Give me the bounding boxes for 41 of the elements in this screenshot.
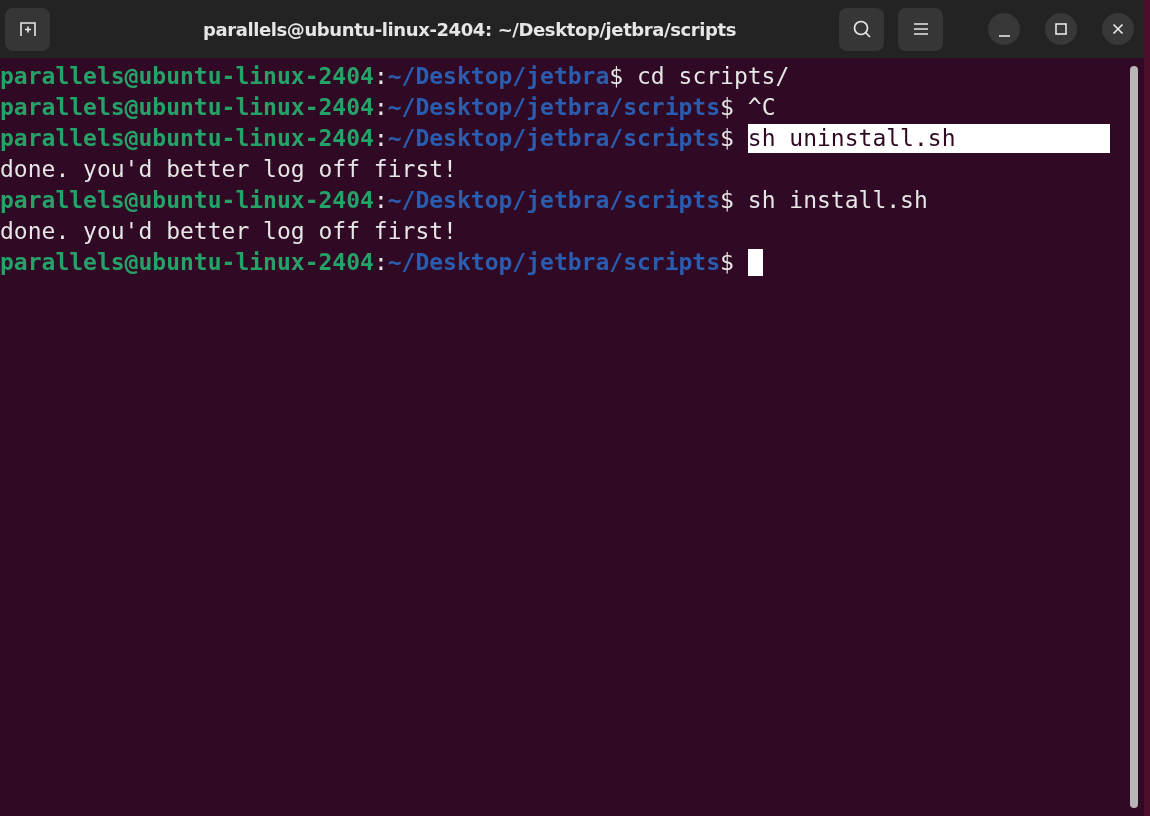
prompt-path: ~/Desktop/jetbra/scripts [387,124,721,153]
window-title: parallels@ubuntu-linux-2404: ~/Desktop/jetbra/scripts [201,18,738,40]
search-icon [851,19,872,39]
prompt-colon: : [373,124,388,153]
prompt-path: ~/Desktop/jetbra/scripts [387,93,721,122]
new-tab-button[interactable] [5,7,50,51]
command-text: sh install.sh [747,186,928,215]
prompt-user: parallels@ubuntu-linux-2404 [0,248,374,277]
output-text: done. you'd better log off first! [0,217,457,246]
close-button[interactable] [1102,13,1134,45]
close-icon [1112,23,1124,35]
minimize-button[interactable] [988,13,1020,45]
prompt-user: parallels@ubuntu-linux-2404 [0,93,374,122]
maximize-icon [1055,23,1067,35]
prompt-path: ~/Desktop/jetbra [387,62,610,91]
text-cursor [747,249,763,276]
prompt-sign: $ [720,124,734,153]
prompt-colon: : [373,186,388,215]
prompt-path: ~/Desktop/jetbra/scripts [387,248,721,277]
prompt-sign: $ [609,62,624,91]
prompt-user: parallels@ubuntu-linux-2404 [0,186,374,215]
search-button[interactable] [839,7,884,51]
prompt-colon: : [373,62,388,91]
scrollbar[interactable] [1130,66,1138,808]
prompt-sign: $ [720,186,734,215]
command-text: cd scripts/ [637,62,790,91]
prompt-colon: : [373,93,388,122]
command-text: ^C [747,93,776,122]
prompt-sign: $ [720,248,734,277]
menu-button[interactable] [898,7,943,51]
minimize-icon [998,35,1010,37]
prompt-user: parallels@ubuntu-linux-2404 [0,124,374,153]
selected-command-text: sh uninstall.sh [747,124,1110,153]
prompt-colon: : [373,248,388,277]
prompt-user: parallels@ubuntu-linux-2404 [0,62,374,91]
menu-icon [912,22,929,36]
new-tab-icon [18,21,37,37]
output-text: done. you'd better log off first! [0,155,457,184]
prompt-sign: $ [720,93,734,122]
maximize-button[interactable] [1045,13,1077,45]
prompt-path: ~/Desktop/jetbra/scripts [387,186,721,215]
